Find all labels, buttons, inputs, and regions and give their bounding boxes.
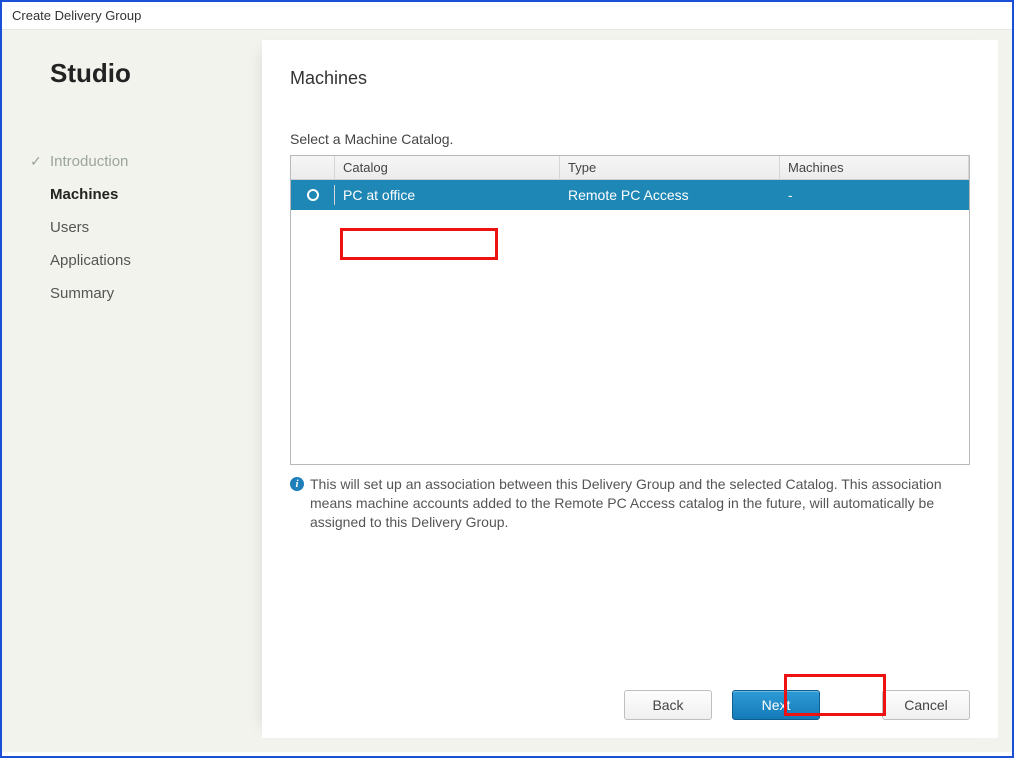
catalog-machines: - (780, 183, 969, 207)
step-summary[interactable]: Summary (50, 277, 262, 310)
dialog-body: Studio Introduction Machines Users Appli… (2, 30, 1012, 752)
catalog-type: Remote PC Access (560, 183, 780, 207)
info-text: i This will set up an association betwee… (290, 475, 970, 532)
step-introduction[interactable]: Introduction (50, 145, 262, 178)
radio-icon (307, 189, 319, 201)
col-header-type: Type (560, 156, 780, 179)
info-message: This will set up an association between … (310, 475, 970, 532)
catalog-header: Catalog Type Machines (291, 156, 969, 180)
next-button[interactable]: Next (732, 690, 820, 720)
sidebar: Studio Introduction Machines Users Appli… (2, 30, 262, 752)
step-users[interactable]: Users (50, 211, 262, 244)
prompt-text: Select a Machine Catalog. (290, 131, 970, 147)
cancel-button[interactable]: Cancel (882, 690, 970, 720)
info-icon: i (290, 477, 304, 491)
wizard-steps: Introduction Machines Users Applications… (50, 145, 262, 310)
catalog-row[interactable]: PC at office Remote PC Access - (291, 180, 969, 210)
main-panel: Machines Select a Machine Catalog. Catal… (262, 40, 998, 738)
window-title: Create Delivery Group (2, 2, 1012, 30)
col-header-catalog: Catalog (335, 156, 560, 179)
col-header-machines: Machines (780, 156, 969, 179)
catalog-name: PC at office (335, 183, 560, 207)
step-machines[interactable]: Machines (50, 178, 262, 211)
page-heading: Machines (290, 68, 970, 89)
step-applications[interactable]: Applications (50, 244, 262, 277)
catalog-radio[interactable] (291, 185, 335, 205)
catalog-list[interactable]: Catalog Type Machines PC at office Remot… (290, 155, 970, 465)
footer-buttons: Back Next Cancel (290, 672, 970, 720)
back-button[interactable]: Back (624, 690, 712, 720)
brand-title: Studio (50, 58, 262, 89)
